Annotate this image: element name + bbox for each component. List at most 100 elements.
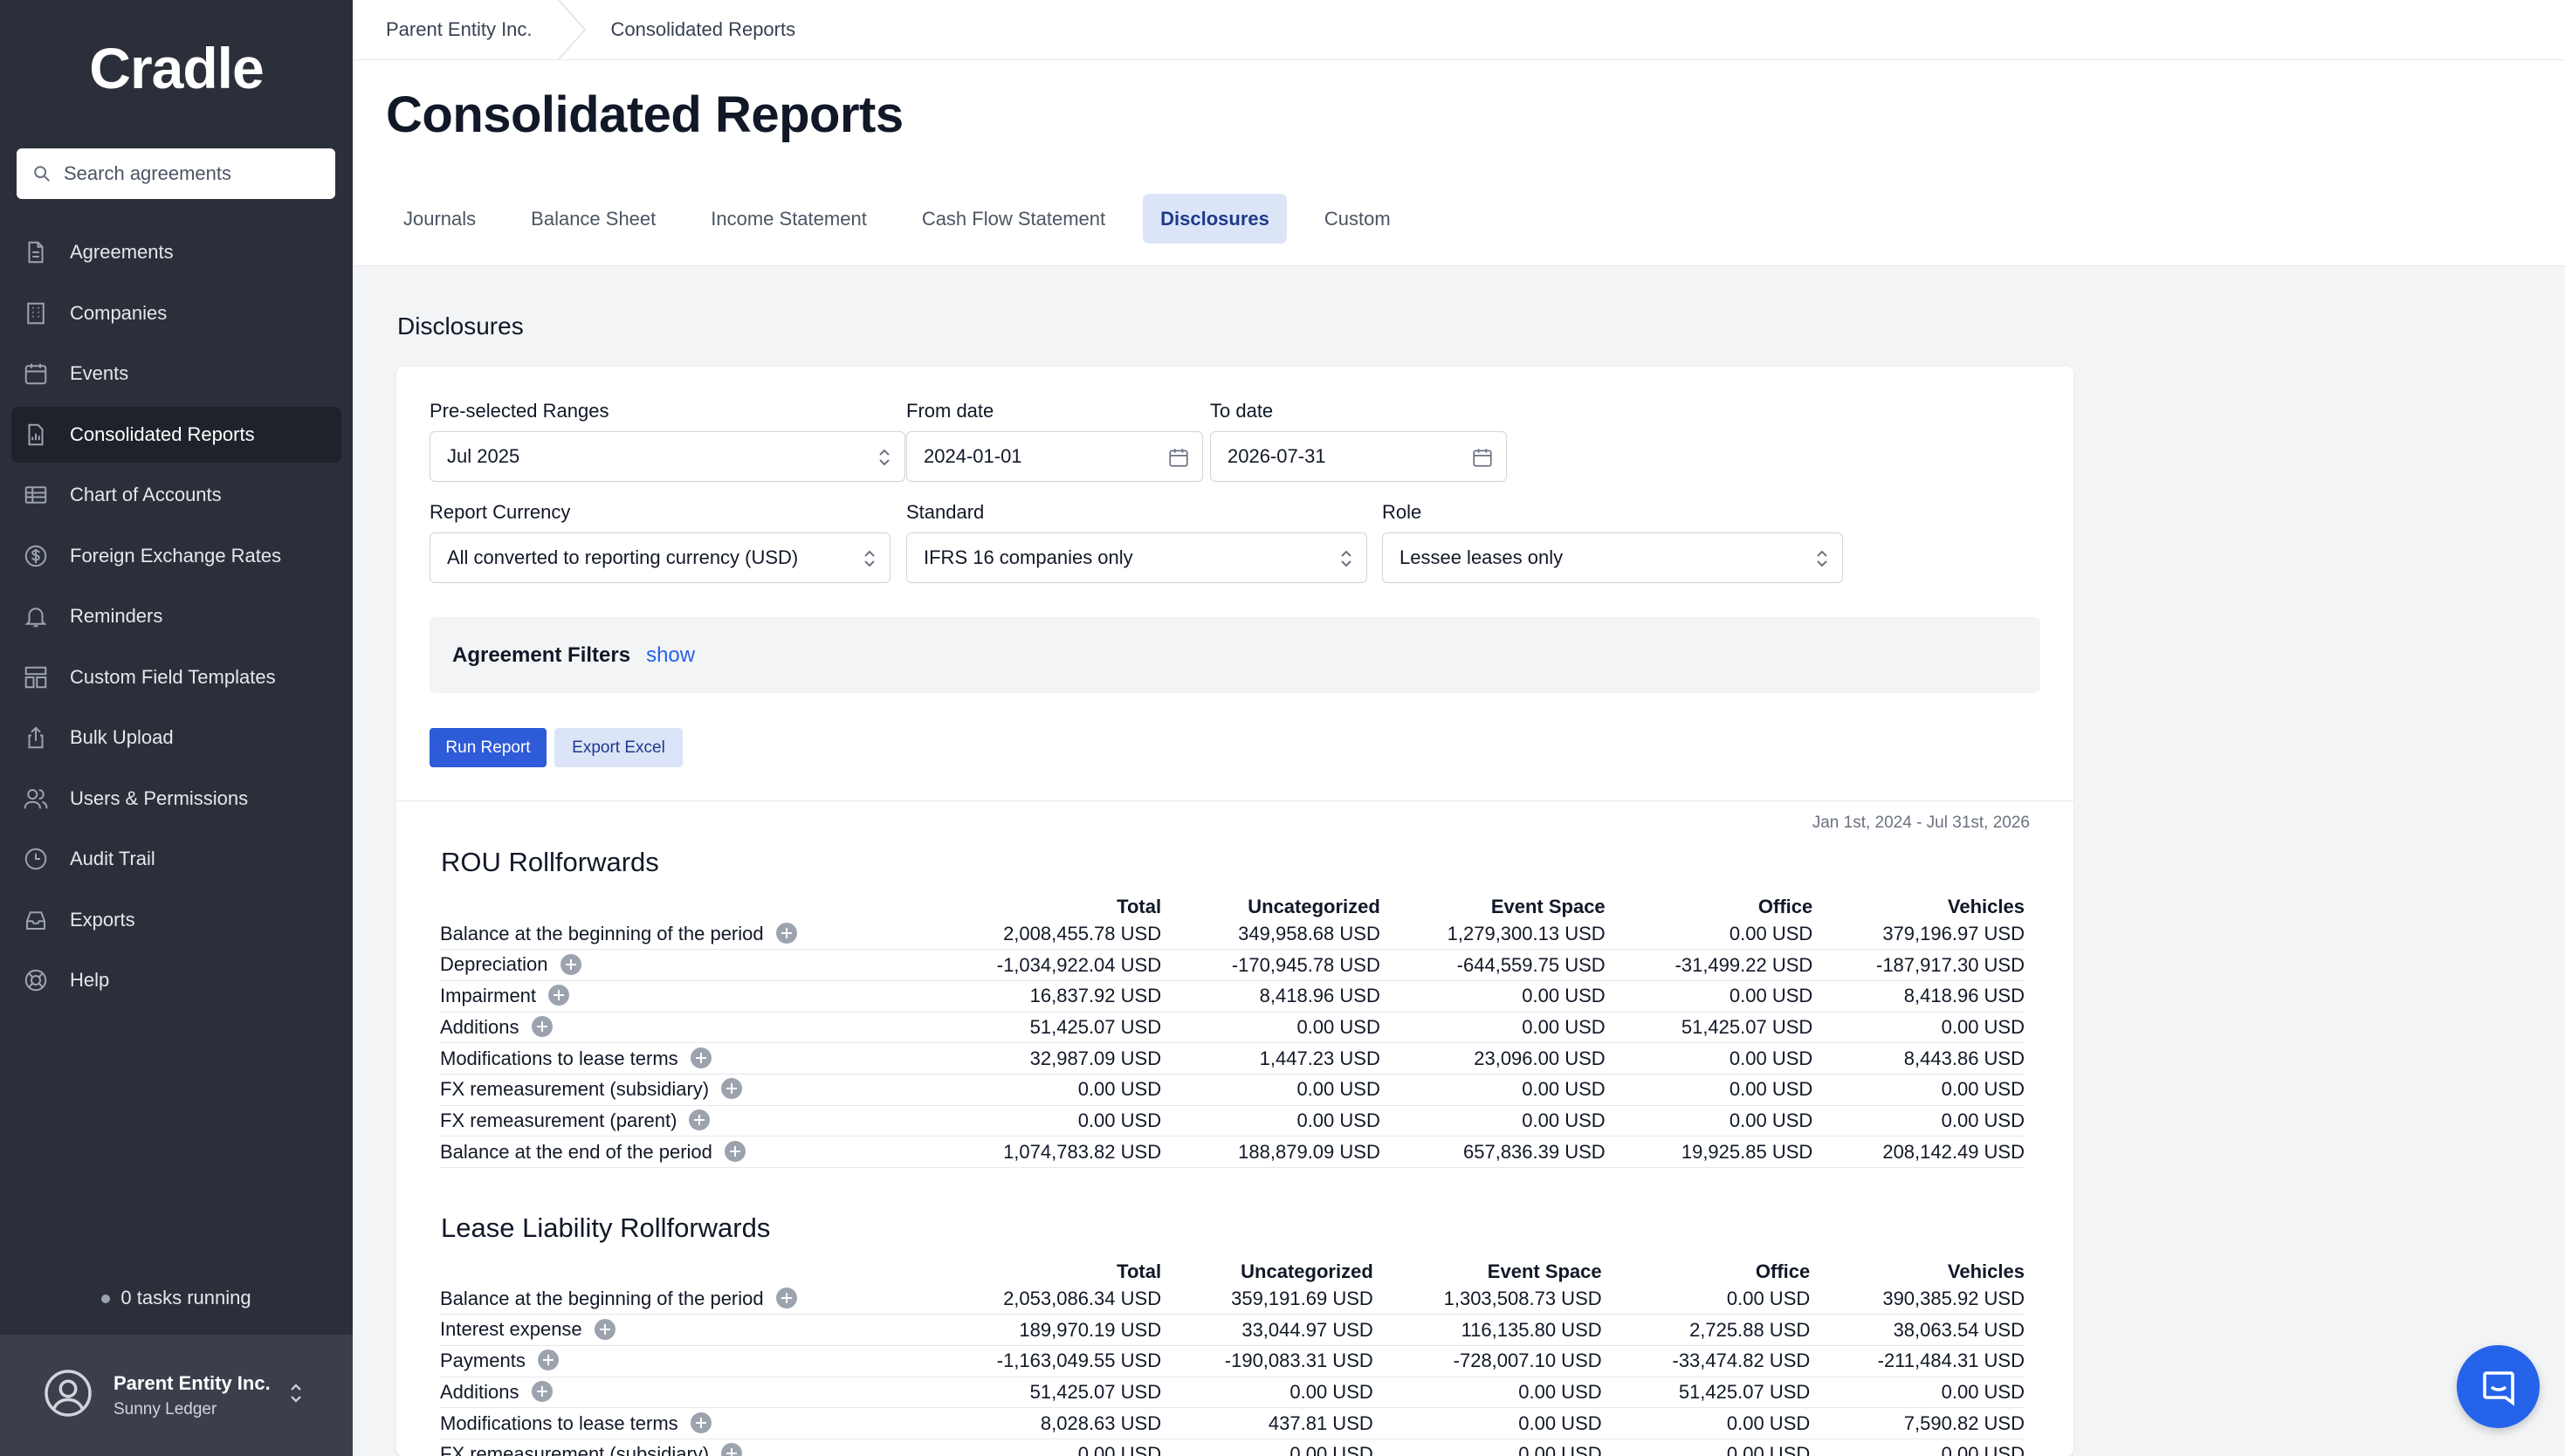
- status-dot-icon: [101, 1295, 111, 1304]
- sidebar-item-reminders[interactable]: Reminders: [11, 588, 341, 644]
- ranges-label: Pre-selected Ranges: [430, 400, 609, 422]
- select-arrows-icon: [864, 550, 875, 567]
- expand-plus-icon[interactable]: [690, 1411, 712, 1433]
- expand-plus-icon[interactable]: [775, 922, 797, 944]
- to-date-input[interactable]: 2026-07-31: [1210, 431, 1507, 482]
- row-label-cell: FX remeasurement (parent): [440, 1105, 918, 1137]
- sidebar-item-chart-of-accounts[interactable]: Chart of Accounts: [11, 467, 341, 523]
- row-label: Interest expense: [440, 1318, 582, 1341]
- row-label-cell: Depreciation: [440, 949, 918, 981]
- sidebar-item-exports[interactable]: Exports: [11, 892, 341, 948]
- column-header: Vehicles: [1947, 1260, 2025, 1282]
- table-row: FX remeasurement (subsidiary) 0.00 USD 0.0…: [440, 1074, 2025, 1106]
- row-label: Depreciation: [440, 953, 548, 976]
- currency-select[interactable]: All converted to reporting currency (USD…: [430, 532, 891, 583]
- sidebar-item-bulk-upload[interactable]: Bulk Upload: [11, 710, 341, 766]
- tab-journals[interactable]: Journals: [386, 194, 493, 244]
- value-cell: 0.00 USD: [1812, 1012, 2025, 1044]
- rou-title: ROU Rollforwards: [441, 847, 659, 877]
- value-cell: 2,008,455.78 USD: [917, 918, 1162, 951]
- sidebar-item-label: Reminders: [70, 605, 163, 627]
- expand-plus-icon[interactable]: [690, 1047, 712, 1068]
- value-cell: -211,484.31 USD: [1810, 1345, 2025, 1377]
- sidebar-nav: Agreements Companies Events Consolidated…: [11, 224, 341, 1013]
- expand-plus-icon[interactable]: [537, 1350, 559, 1371]
- value-cell: 0.00 USD: [1161, 1377, 1373, 1409]
- sidebar-item-consolidated-reports[interactable]: Consolidated Reports: [11, 406, 341, 463]
- tab-balance-sheet[interactable]: Balance Sheet: [513, 194, 673, 244]
- expand-plus-icon[interactable]: [548, 985, 570, 1006]
- row-label: Additions: [440, 1380, 519, 1403]
- column-header: Event Space: [1490, 896, 1606, 917]
- value-cell: 0.00 USD: [1601, 1283, 1811, 1315]
- value-cell: 390,385.92 USD: [1810, 1283, 2025, 1315]
- export-excel-button[interactable]: Export Excel: [554, 728, 683, 767]
- value-cell: -1,163,049.55 USD: [917, 1345, 1162, 1377]
- value-cell: 0.00 USD: [1605, 980, 1813, 1013]
- sidebar-item-events[interactable]: Events: [11, 346, 341, 402]
- tab-disclosures[interactable]: Disclosures: [1143, 194, 1287, 244]
- value-cell: 349,958.68 USD: [1161, 918, 1380, 951]
- user-menu[interactable]: Parent Entity Inc. Sunny Ledger: [0, 1335, 353, 1456]
- template-icon: [24, 666, 47, 688]
- row-label-cell: Additions: [440, 1012, 918, 1044]
- sidebar-item-companies[interactable]: Companies: [11, 285, 341, 341]
- chat-icon: [2482, 1370, 2514, 1406]
- sidebar-item-label: Agreements: [70, 241, 174, 263]
- breadcrumb-parent[interactable]: Parent Entity Inc.: [386, 18, 533, 41]
- value-cell: 437.81 USD: [1161, 1407, 1373, 1439]
- chevron-up-down-icon: [291, 1384, 301, 1403]
- search-box[interactable]: [17, 148, 335, 199]
- clock-icon: [24, 848, 47, 870]
- sidebar-item-foreign-exchange-rates[interactable]: Foreign Exchange Rates: [11, 528, 341, 584]
- ranges-select[interactable]: Jul 2025: [430, 431, 905, 482]
- expand-plus-icon[interactable]: [724, 1140, 746, 1162]
- value-cell: 7,590.82 USD: [1810, 1407, 2025, 1439]
- expand-plus-icon[interactable]: [531, 1016, 553, 1037]
- table-row: Additions 51,425.07 USD 0.00 USD 0.00 USD 51…: [440, 1012, 2025, 1044]
- column-header: Office: [1757, 896, 1813, 917]
- sidebar-item-custom-field-templates[interactable]: Custom Field Templates: [11, 649, 341, 705]
- role-select[interactable]: Lessee leases only: [1382, 532, 1843, 583]
- expand-plus-icon[interactable]: [560, 953, 581, 975]
- tab-income-statement[interactable]: Income Statement: [693, 194, 884, 244]
- row-label: Balance at the beginning of the period: [440, 1287, 764, 1309]
- expand-plus-icon[interactable]: [531, 1381, 553, 1402]
- row-label: FX remeasurement (subsidiary): [440, 1443, 710, 1456]
- standard-select[interactable]: IFRS 16 companies only: [906, 532, 1367, 583]
- value-cell: 0.00 USD: [1810, 1439, 2025, 1456]
- value-cell: 208,142.49 USD: [1812, 1136, 2025, 1168]
- value-cell: 38,063.54 USD: [1810, 1314, 2025, 1346]
- sidebar-item-help[interactable]: Help: [11, 952, 341, 1008]
- value-cell: 359,191.69 USD: [1161, 1283, 1373, 1315]
- table-icon: [24, 486, 47, 504]
- from-date-input[interactable]: 2024-01-01: [906, 431, 1203, 482]
- expand-plus-icon[interactable]: [721, 1443, 743, 1456]
- sidebar-item-audit-trail[interactable]: Audit Trail: [11, 831, 341, 887]
- expand-plus-icon[interactable]: [775, 1287, 797, 1308]
- user-name: Sunny Ledger: [113, 1399, 217, 1418]
- expand-plus-icon[interactable]: [689, 1109, 711, 1131]
- sidebar-item-label: Consolidated Reports: [70, 422, 255, 445]
- sidebar-item-users-permissions[interactable]: Users & Permissions: [11, 771, 341, 827]
- sidebar-item-agreements[interactable]: Agreements: [11, 224, 341, 280]
- search-input[interactable]: [64, 162, 326, 185]
- chat-support-button[interactable]: [2457, 1345, 2540, 1428]
- lease-title: Lease Liability Rollforwards: [441, 1212, 771, 1243]
- value-cell: 0.00 USD: [1372, 1377, 1602, 1409]
- value-cell: 0.00 USD: [1161, 1105, 1380, 1137]
- run-report-button[interactable]: Run Report: [430, 728, 547, 767]
- row-label: Impairment: [440, 985, 537, 1007]
- value-cell: 0.00 USD: [1161, 1439, 1373, 1456]
- users-icon: [24, 788, 48, 808]
- value-cell: 0.00 USD: [1605, 1074, 1813, 1106]
- report-icon: [28, 423, 44, 445]
- expand-plus-icon[interactable]: [594, 1318, 615, 1340]
- value-cell: -728,007.10 USD: [1372, 1345, 1602, 1377]
- tab-custom[interactable]: Custom: [1307, 194, 1408, 244]
- value-cell: 0.00 USD: [1161, 1012, 1380, 1044]
- tab-cash-flow-statement[interactable]: Cash Flow Statement: [904, 194, 1123, 244]
- value-cell: 0.00 USD: [1379, 1105, 1606, 1137]
- expand-plus-icon[interactable]: [721, 1078, 743, 1100]
- filters-show-link[interactable]: show: [646, 643, 695, 668]
